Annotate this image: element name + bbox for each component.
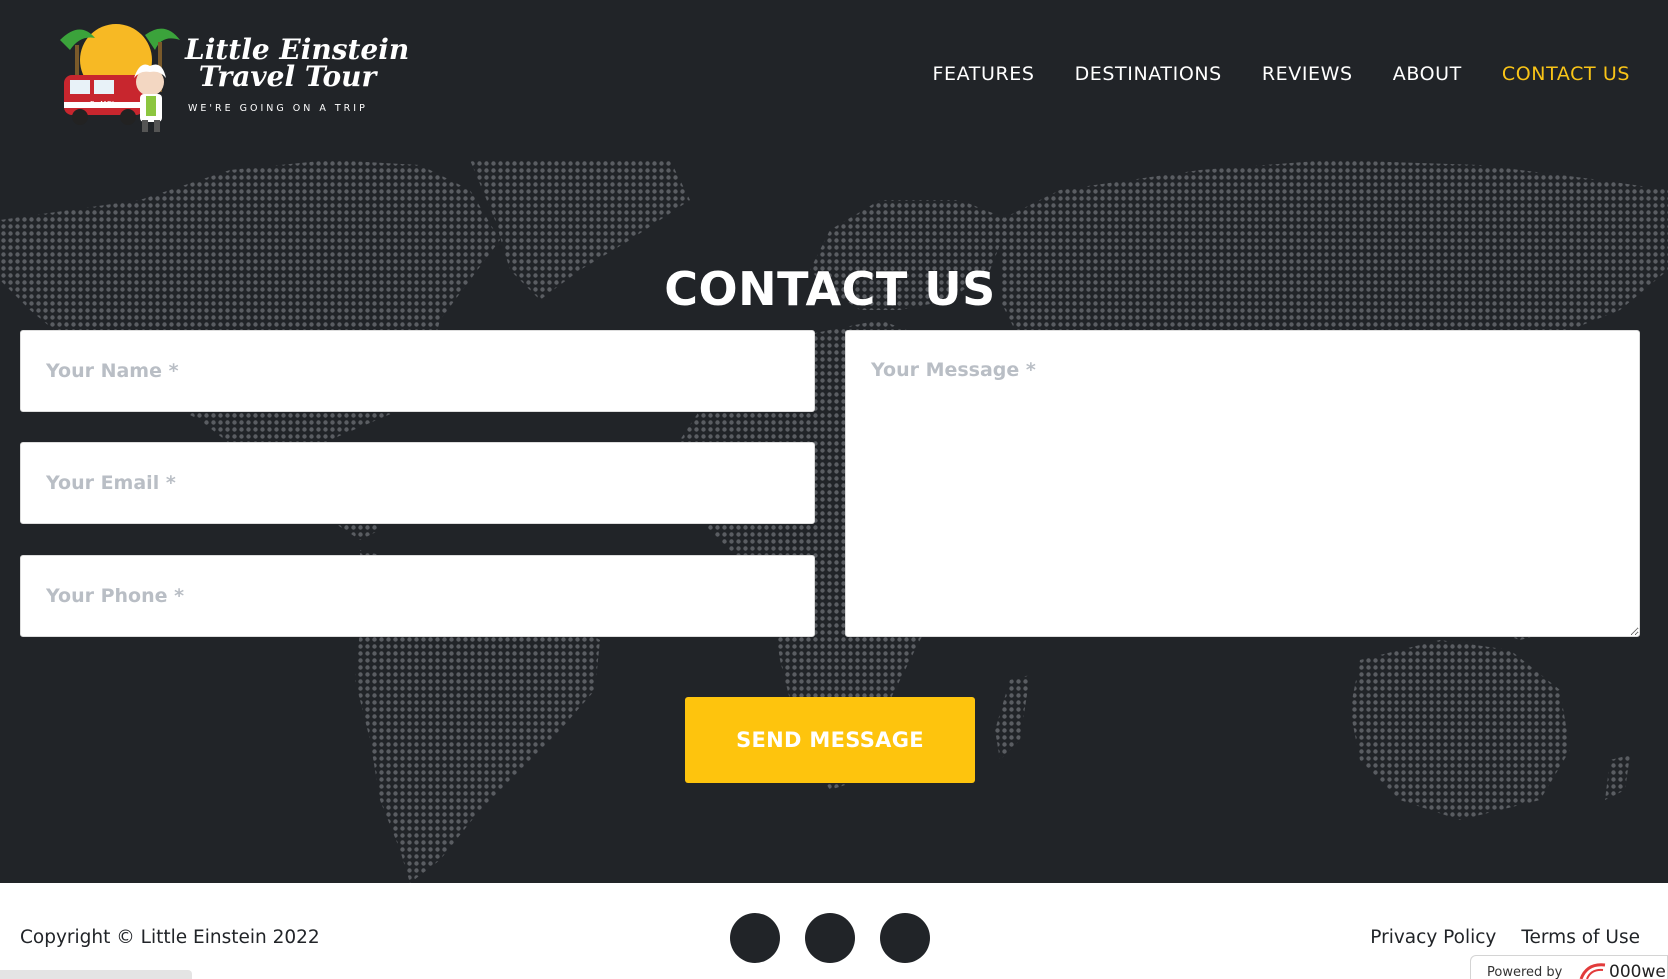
site-header: E=MC² Little Einstein Travel Tour WE'RE …	[0, 0, 1668, 150]
browser-status-bar	[0, 970, 192, 979]
phone-field[interactable]	[20, 555, 815, 637]
send-message-button[interactable]: SEND MESSAGE	[685, 697, 975, 783]
page-title: CONTACT US	[664, 262, 996, 316]
nav-destinations[interactable]: DESTINATIONS	[1075, 60, 1222, 88]
name-field[interactable]	[20, 330, 815, 412]
brand-title-line2: Travel Tour	[198, 60, 377, 93]
social-icon-3[interactable]	[880, 913, 930, 963]
message-field[interactable]	[845, 330, 1640, 637]
hosting-brand: 000web	[1609, 962, 1667, 979]
email-field[interactable]	[20, 442, 815, 524]
nav-reviews[interactable]: REVIEWS	[1262, 60, 1353, 88]
brand-logo[interactable]: E=MC² Little Einstein Travel Tour WE'RE …	[50, 20, 409, 132]
powered-by-text: Powered by	[1487, 965, 1563, 979]
terms-of-use-link[interactable]: Terms of Use	[1521, 927, 1640, 948]
hosting-logo-icon	[1579, 963, 1606, 979]
brand-title-line1: Little Einstein	[185, 33, 410, 66]
footer-links: Privacy Policy Terms of Use	[1370, 927, 1640, 948]
nav-about[interactable]: ABOUT	[1393, 60, 1462, 88]
nav-features[interactable]: FEATURES	[933, 60, 1035, 88]
social-icon-1[interactable]	[730, 913, 780, 963]
site-footer: Copyright © Little Einstein 2022 Privacy…	[0, 883, 1668, 979]
contact-section: E=MC² Little Einstein Travel Tour WE'RE …	[0, 0, 1668, 883]
brand-title: Little Einstein Travel Tour	[185, 33, 410, 93]
brand-tagline: WE'RE GOING ON A TRIP	[188, 103, 368, 114]
logo-illustration-icon: E=MC²	[60, 24, 180, 132]
main-nav: FEATURES DESTINATIONS REVIEWS ABOUT CONT…	[933, 60, 1630, 88]
privacy-policy-link[interactable]: Privacy Policy	[1370, 927, 1496, 948]
powered-by-badge[interactable]: Powered by 000web	[1470, 955, 1668, 979]
social-links	[730, 913, 930, 963]
nav-contact-us[interactable]: CONTACT US	[1502, 60, 1630, 88]
van-badge: E=MC²	[90, 100, 114, 108]
social-icon-2[interactable]	[805, 913, 855, 963]
copyright-text: Copyright © Little Einstein 2022	[20, 927, 320, 948]
